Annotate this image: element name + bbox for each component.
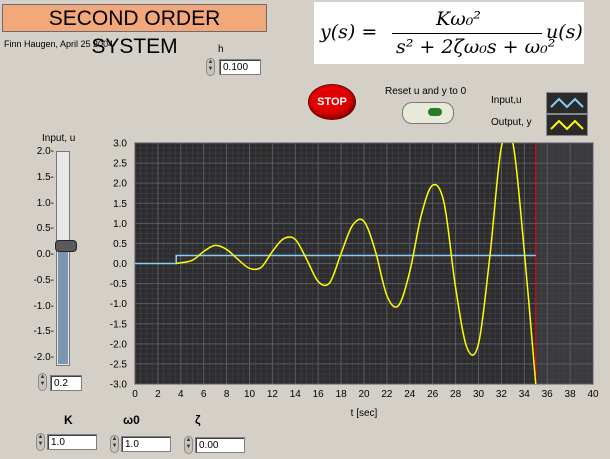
x-tick-label: 36 [542,389,554,400]
response-chart: 0 2 4 6 8 10 12 14 16 18 20 22 24 26 28 30 32 34 36 38 403.0… [110,139,599,420]
y-tick-label: -1.5 [110,319,128,330]
y-tick-label: 0.0 [113,259,127,270]
zeta-spinner[interactable]: ▲ ▼ [184,436,193,454]
x-tick-label: 20 [358,389,370,400]
omega0-label: ω0 [123,413,140,427]
x-tick-label: 34 [519,389,531,400]
x-tick-label: 28 [450,389,462,400]
x-tick-label: 24 [404,389,416,400]
y-tick-label: -0.5 [110,279,128,290]
y-tick-label: 2.5 [113,159,127,170]
x-tick-label: 4 [178,389,184,400]
y-tick-label: 1.5 [113,199,127,210]
x-tick-label: 16 [313,389,325,400]
x-tick-label: 40 [587,389,599,400]
x-tick-label: 6 [201,389,207,400]
zeta-input[interactable]: 0.00 [195,437,245,453]
k-input[interactable]: 1.0 [47,434,97,450]
x-tick-label: 18 [336,389,348,400]
x-tick-label: 10 [244,389,256,400]
y-tick-label: -3.0 [110,380,128,391]
omega0-input[interactable]: 1.0 [121,436,171,452]
x-tick-label: 22 [381,389,393,400]
k-label: K [64,413,73,427]
k-spinner[interactable]: ▲ ▼ [36,433,45,451]
x-tick-label: 26 [427,389,439,400]
y-tick-label: 1.0 [113,219,127,230]
x-tick-label: 12 [267,389,279,400]
x-tick-label: 30 [473,389,485,400]
x-tick-label: 8 [224,389,230,400]
x-tick-label: 14 [290,389,302,400]
y-tick-label: 3.0 [113,139,127,150]
x-tick-label: 2 [155,389,161,400]
omega0-spinner[interactable]: ▲ ▼ [110,435,119,453]
y-tick-label: -2.0 [110,339,128,350]
x-axis-label: t [sec] [351,408,378,419]
y-tick-label: 2.0 [113,179,127,190]
y-tick-label: -1.0 [110,299,128,310]
y-tick-label: -2.5 [110,359,128,370]
x-tick-label: 32 [496,389,508,400]
x-tick-label: 38 [565,389,577,400]
zeta-label: ζ [195,413,201,427]
y-tick-label: 0.5 [113,239,127,250]
x-tick-label: 0 [132,389,138,400]
